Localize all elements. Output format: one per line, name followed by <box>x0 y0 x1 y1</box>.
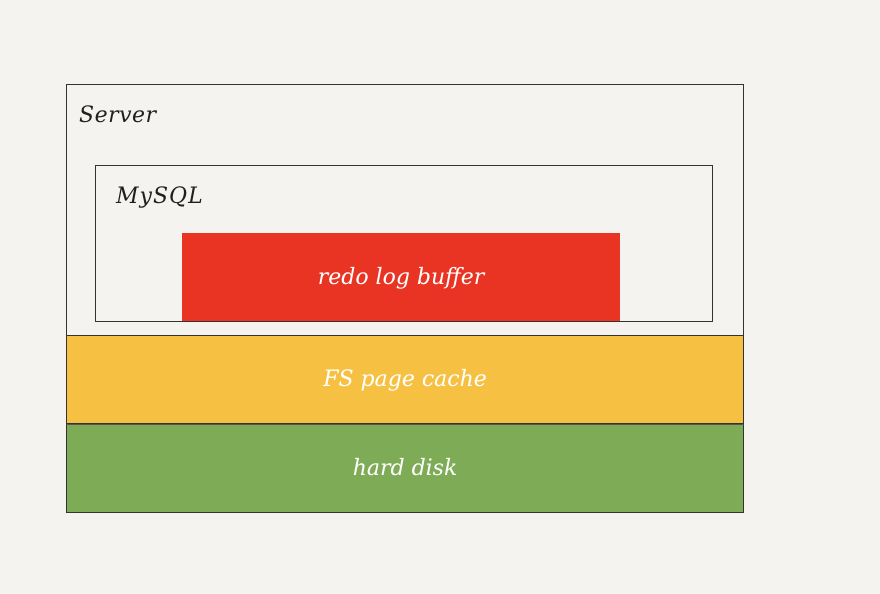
mysql-box: MySQL redo log buffer <box>95 165 713 322</box>
server-box: Server MySQL redo log buffer <box>66 84 744 336</box>
fs-page-cache-layer: FS page cache <box>66 336 744 424</box>
hard-disk-layer: hard disk <box>66 424 744 513</box>
redo-log-buffer-label: redo log buffer <box>317 264 485 290</box>
mysql-label: MySQL <box>116 184 204 209</box>
hard-disk-label: hard disk <box>352 456 458 481</box>
server-label: Server <box>79 103 157 128</box>
fs-page-cache-label: FS page cache <box>323 367 487 392</box>
redo-log-buffer-box: redo log buffer <box>182 233 620 321</box>
